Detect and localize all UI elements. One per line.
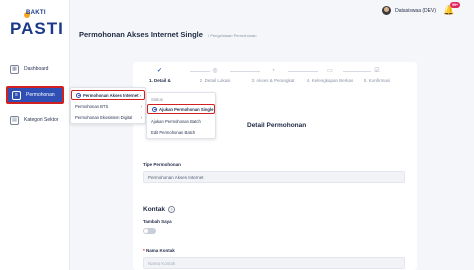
bakti-pasti-logo[interactable]: BAKTI PASTI — [10, 10, 64, 44]
sidebar-item-kategori-sektor[interactable]: ▤ Kategori Sektor — [6, 112, 64, 128]
folder-icon: ▭ — [327, 68, 333, 74]
breadcrumb: / Pengelolaan Permohonan — [208, 33, 257, 38]
step-label: 2. Detail Lokasi — [199, 78, 231, 83]
page-title-text: Permohonan Akses Internet Single — [79, 30, 203, 39]
chevron-right-icon: › — [140, 103, 143, 109]
document-icon: ▤ — [10, 115, 19, 125]
page-title: Permohonan Akses Internet Single / Penge… — [79, 30, 257, 39]
pin-icon: ◎ — [212, 68, 218, 74]
menu-item-label: Permohonan Akses Internet — [83, 92, 139, 98]
sidebar-item-label: Kategori Sektor — [24, 117, 59, 123]
sidebar-item-permohonan[interactable]: ≡ Permohonan — [6, 86, 64, 104]
sidebar-item-label: Dashboard — [24, 66, 49, 72]
notification-badge: 99+ — [450, 2, 460, 8]
chevron-right-icon: › — [139, 92, 142, 98]
submenu-item-label: Ajukan Permohonan Single — [159, 106, 214, 112]
submenu-header: Status — [151, 96, 163, 102]
kontak-heading: Kontak ? — [143, 206, 176, 213]
radio-selected-icon — [76, 92, 81, 98]
sidebar-item-label: Permohonan — [26, 92, 55, 98]
logo-big-text: PASTI — [10, 19, 64, 38]
step-5[interactable]: ☑ 5. Konfirmasi — [350, 68, 404, 84]
step-3[interactable]: ◔ 3. Akses & Perangkat — [246, 68, 300, 84]
top-bar: Datasiswaa (DEV) 🔔 99+ — [71, 0, 474, 24]
menu-item-ekosistem-digital[interactable]: Permohonan Ekosistem Digital › — [71, 112, 145, 122]
submenu-item-label: Ajukan Permohonan Batch — [151, 118, 201, 124]
nama-kontak-input[interactable]: Nama Kontak — [143, 257, 405, 269]
chevron-right-icon: › — [140, 114, 143, 120]
menu-item-label: Permohonan Ekosistem Digital — [75, 114, 133, 120]
submenu-item-edit-batch[interactable]: Edit Permohonan Batch — [147, 127, 215, 137]
form-icon: ≡ — [12, 90, 21, 100]
check-icon: ✓ — [157, 68, 163, 74]
menu-item-label: Permohonan BTS — [75, 103, 109, 109]
submenu-item-ajukan-batch[interactable]: Ajukan Permohonan Batch — [147, 116, 215, 126]
tambah-saya-toggle[interactable] — [143, 228, 156, 234]
sidebar-item-dashboard[interactable]: ▦ Dashboard — [6, 61, 64, 77]
step-label: 3. Akses & Perangkat — [251, 78, 295, 83]
step-label: 4. Kelengkapan Berkas — [306, 78, 354, 83]
grid-icon: ▦ — [10, 64, 19, 74]
tipe-permohonan-field[interactable]: Permohonan Akses Internet — [143, 171, 405, 183]
step-label: 1. Detail & — [149, 78, 171, 83]
user-menu[interactable]: Datasiswaa (DEV) — [382, 6, 436, 15]
permohonan-menu: Permohonan Akses Internet › Permohonan B… — [70, 87, 146, 124]
device-icon: ◔ — [271, 68, 275, 74]
menu-item-akses-internet[interactable]: Permohonan Akses Internet › — [71, 90, 145, 100]
logo-small-text: BAKTI — [26, 10, 46, 16]
sidebar: BAKTI PASTI ▦ Dashboard ≡ Permohonan ▤ K… — [0, 0, 70, 270]
submenu-item-label: Edit Permohonan Batch — [151, 129, 196, 135]
section-title: Detail Permohonan — [247, 122, 307, 129]
tambah-saya-label: Tambah Saya — [143, 219, 172, 224]
step-2[interactable]: ◎ 2. Detail Lokasi — [187, 68, 243, 84]
nama-kontak-label-text: Nama Kontak — [146, 248, 175, 253]
step-label: 5. Konfirmasi — [363, 78, 391, 83]
radio-selected-icon — [152, 106, 157, 112]
avatar — [382, 6, 392, 15]
menu-item-bts[interactable]: Permohonan BTS › — [71, 101, 145, 111]
tipe-permohonan-label: Tipe Permohonan — [143, 162, 181, 167]
submenu-item-ajukan-single[interactable]: Ajukan Permohonan Single — [147, 104, 215, 114]
info-icon[interactable]: ? — [168, 206, 176, 213]
confirm-icon: ☑ — [374, 68, 380, 74]
kontak-title: Kontak — [143, 206, 166, 213]
nama-kontak-label: * Nama Kontak — [143, 248, 175, 253]
user-name: Datasiswaa (DEV) — [395, 7, 436, 14]
permohonan-submenu: Status Ajukan Permohonan Single Ajukan P… — [146, 92, 216, 139]
